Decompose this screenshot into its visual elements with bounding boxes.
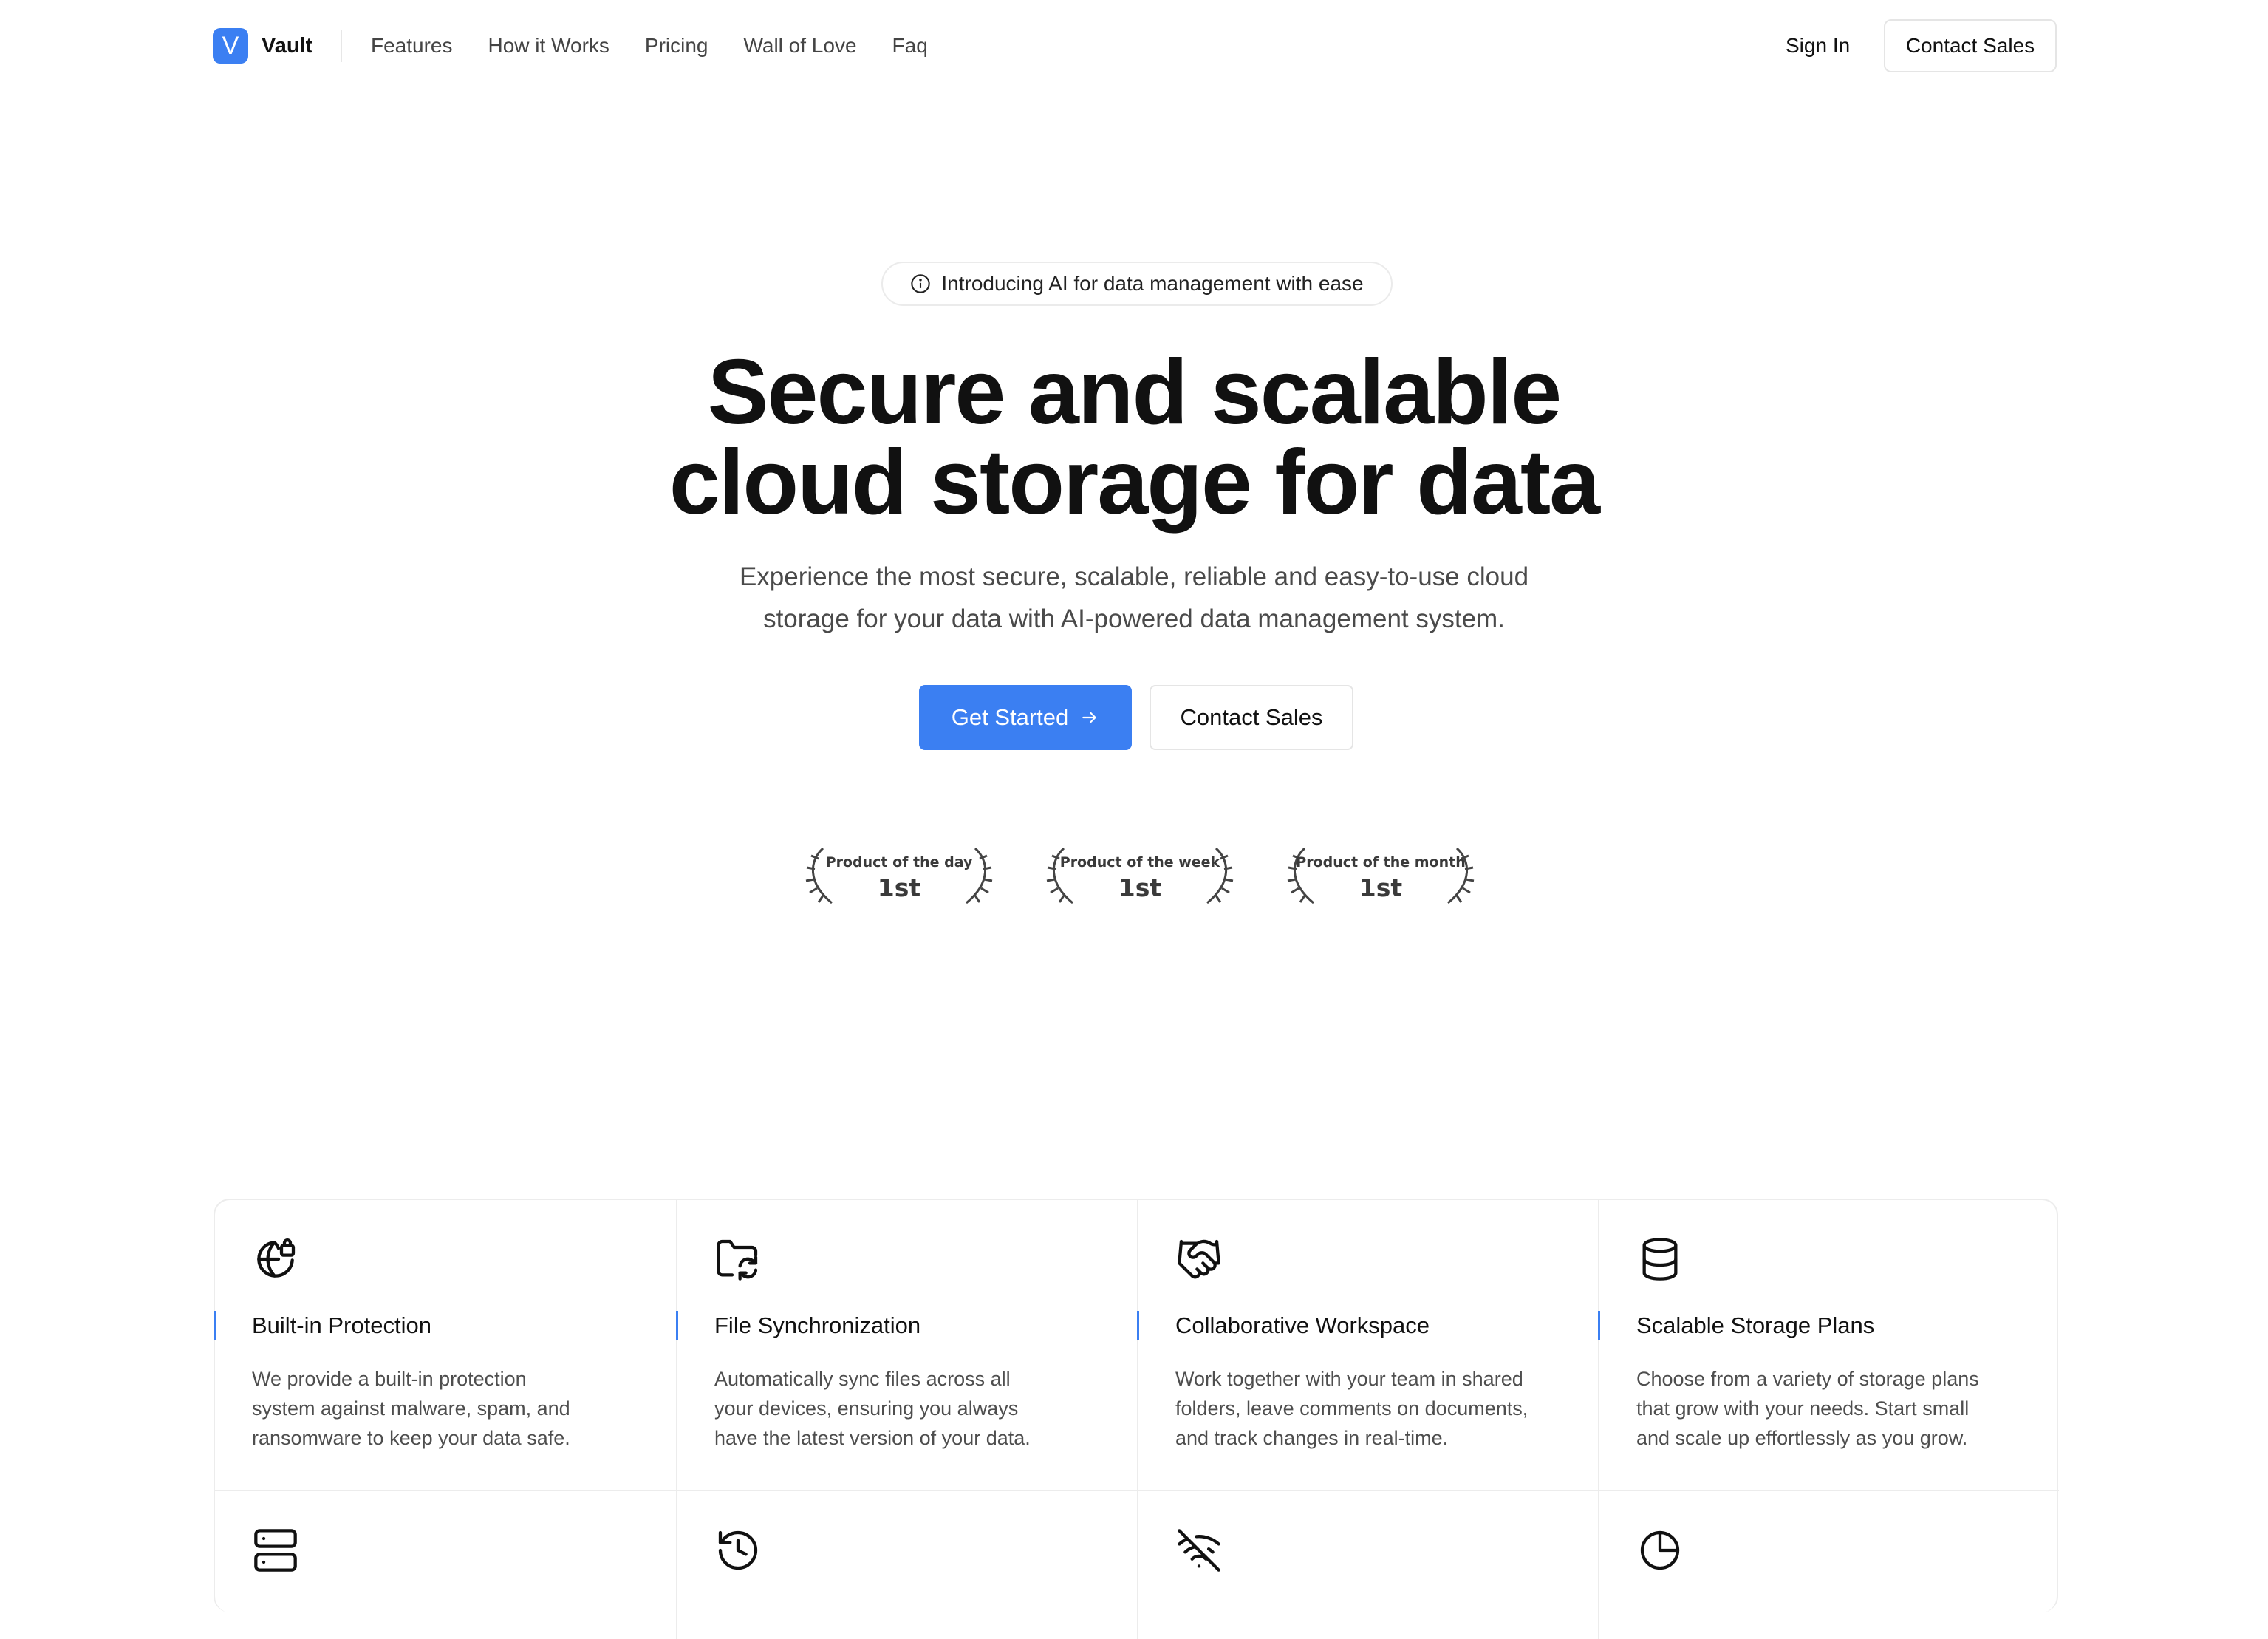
nav-link-faq[interactable]: Faq [892,31,928,61]
feature-title: Scalable Storage Plans [1636,1312,1875,1338]
hero-subtitle: Experience the most secure, scalable, re… [709,556,1559,640]
server-icon [254,1529,297,1572]
feature-desc-line: We provide a built-in protection [252,1368,527,1390]
feature-card-server [215,1491,676,1639]
top-navbar: V Vault Features How it Works Pricing Wa… [0,0,2268,92]
wifi-off-icon [1178,1529,1220,1572]
award-rank: 1st [1118,873,1162,902]
announcement-badge[interactable]: Introducing AI for data management with … [881,262,1393,306]
feature-desc-line: have the latest version of your data. [714,1427,1031,1449]
feature-desc-line: Automatically sync files across all [714,1368,1011,1390]
brand-link[interactable]: V Vault [213,28,312,64]
feature-title: Collaborative Workspace [1175,1312,1430,1338]
database-icon [1642,1238,1678,1281]
feature-description: We provide a built-in protection system … [252,1364,651,1453]
feature-desc-line: and scale up effortlessly as you grow. [1636,1427,1968,1449]
award-label: Product of the month [1296,854,1466,870]
award-rank: 1st [877,873,921,902]
folder-sync-icon [717,1239,758,1281]
feature-desc-line: Work together with your team in shared [1175,1368,1523,1390]
hero-subtitle-line1: Experience the most secure, scalable, re… [739,562,1529,591]
feature-card-scalable-storage-plans: Scalable Storage Plans Choose from a var… [1598,1200,2059,1491]
history-icon [718,1530,758,1570]
award-badge-week: Product of the week 1st [1043,841,1237,907]
hero-subtitle-line2: storage for your data with AI-powered da… [763,604,1505,633]
get-started-button[interactable]: Get Started [919,685,1132,750]
pie-chart-icon [1640,1530,1680,1570]
handshake-icon [1178,1239,1220,1279]
feature-desc-line: Choose from a variety of storage plans [1636,1368,1979,1390]
feature-description: Work together with your team in shared f… [1175,1364,1574,1453]
nav-link-pricing[interactable]: Pricing [645,31,708,61]
hero-title-line2: cloud storage for data [669,432,1600,534]
feature-card-history [676,1491,1137,1639]
feature-desc-line: and track changes in real-time. [1175,1427,1449,1449]
awards-row: Product of the day 1st Product of the we… [802,841,1475,907]
feature-accent-bar [1598,1311,1600,1340]
feature-card-analytics [1598,1491,2059,1639]
award-badge-day: Product of the day 1st [802,841,996,907]
brand-name: Vault [262,33,313,58]
feature-card-file-synchronization: File Synchronization Automatically sync … [676,1200,1137,1491]
feature-title: Built-in Protection [252,1312,431,1338]
award-rank: 1st [1359,873,1403,902]
feature-desc-line: ransomware to keep your data safe. [252,1427,570,1449]
feature-card-collaborative-workspace: Collaborative Workspace Work together wi… [1137,1200,1598,1491]
arrow-right-icon [1082,712,1096,723]
sign-in-link[interactable]: Sign In [1786,31,1850,61]
hero-title-line1: Secure and scalable [707,341,1562,443]
feature-desc-line: your devices, ensuring you always [714,1397,1019,1420]
feature-description: Choose from a variety of storage plans t… [1636,1364,2035,1453]
nav-link-how-it-works[interactable]: How it Works [488,31,609,61]
feature-desc-line: folders, leave comments on documents, [1175,1397,1528,1420]
award-label: Product of the day [825,854,973,870]
feature-desc-line: system against malware, spam, and [252,1397,570,1420]
feature-desc-line: that grow with your needs. Start small [1636,1397,1970,1420]
globe-lock-icon [257,1238,296,1278]
hero-contact-sales-button[interactable]: Contact Sales [1150,685,1353,750]
feature-accent-bar [1137,1311,1139,1340]
feature-accent-bar [676,1311,678,1340]
nav-contact-sales-button[interactable]: Contact Sales [1884,19,2057,72]
feature-card-built-in-protection: Built-in Protection We provide a built-i… [214,1200,676,1491]
feature-card-offline [1137,1491,1598,1639]
award-badge-month: Product of the month 1st [1284,841,1478,907]
get-started-label: Get Started [951,704,1069,730]
info-icon [911,274,931,293]
nav-link-features[interactable]: Features [371,31,453,61]
feature-description: Automatically sync files across all your… [714,1364,1113,1453]
award-label: Product of the week [1059,854,1220,870]
nav-links: Features How it Works Pricing Wall of Lo… [371,31,963,61]
features-grid: Built-in Protection We provide a built-i… [214,1199,2059,1639]
announcement-text: Introducing AI for data management with … [941,272,1364,295]
hero-title: Secure and scalable cloud storage for da… [0,347,2268,528]
nav-link-wall-of-love[interactable]: Wall of Love [743,31,856,61]
brand-logo: V [213,28,248,64]
feature-accent-bar [214,1311,216,1340]
feature-title: File Synchronization [714,1312,921,1338]
nav-divider [341,30,342,62]
